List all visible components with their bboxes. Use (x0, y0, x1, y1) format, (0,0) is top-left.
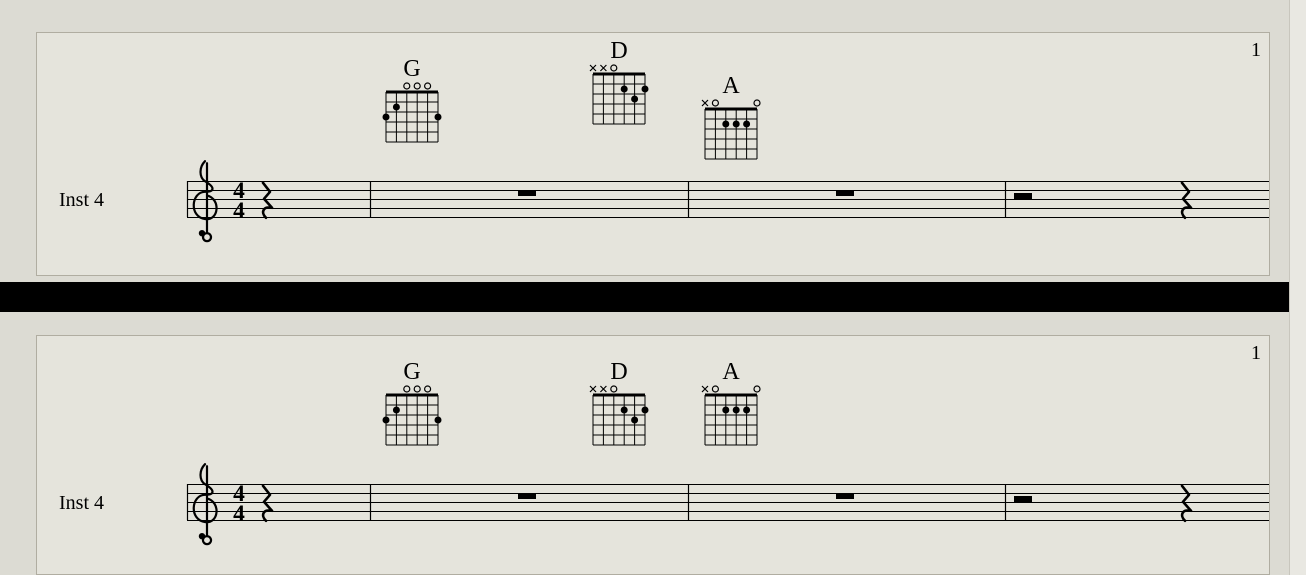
staff: 44 (37, 33, 1269, 275)
chord-diagram: A (701, 359, 761, 455)
staff: 44 (37, 336, 1269, 574)
fretboard-icon (701, 95, 761, 189)
vertical-scrollbar[interactable] (1289, 0, 1306, 575)
svg-text:4: 4 (233, 501, 245, 527)
score-panel-top[interactable]: 1Inst 444GDA (36, 32, 1270, 276)
chord-diagram: G (382, 359, 442, 455)
fretboard-icon (382, 381, 442, 475)
chord-diagram: D (589, 359, 649, 455)
chord-diagram: A (701, 73, 761, 169)
chord-diagram: D (589, 38, 649, 134)
panel-divider (0, 282, 1306, 312)
fretboard-icon (589, 381, 649, 475)
fretboard-icon (701, 381, 761, 475)
chord-diagram: G (382, 56, 442, 152)
svg-text:4: 4 (233, 198, 245, 224)
fretboard-icon (589, 60, 649, 154)
fretboard-icon (382, 78, 442, 172)
score-panel-bottom[interactable]: 1Inst 444GDA (36, 335, 1270, 575)
